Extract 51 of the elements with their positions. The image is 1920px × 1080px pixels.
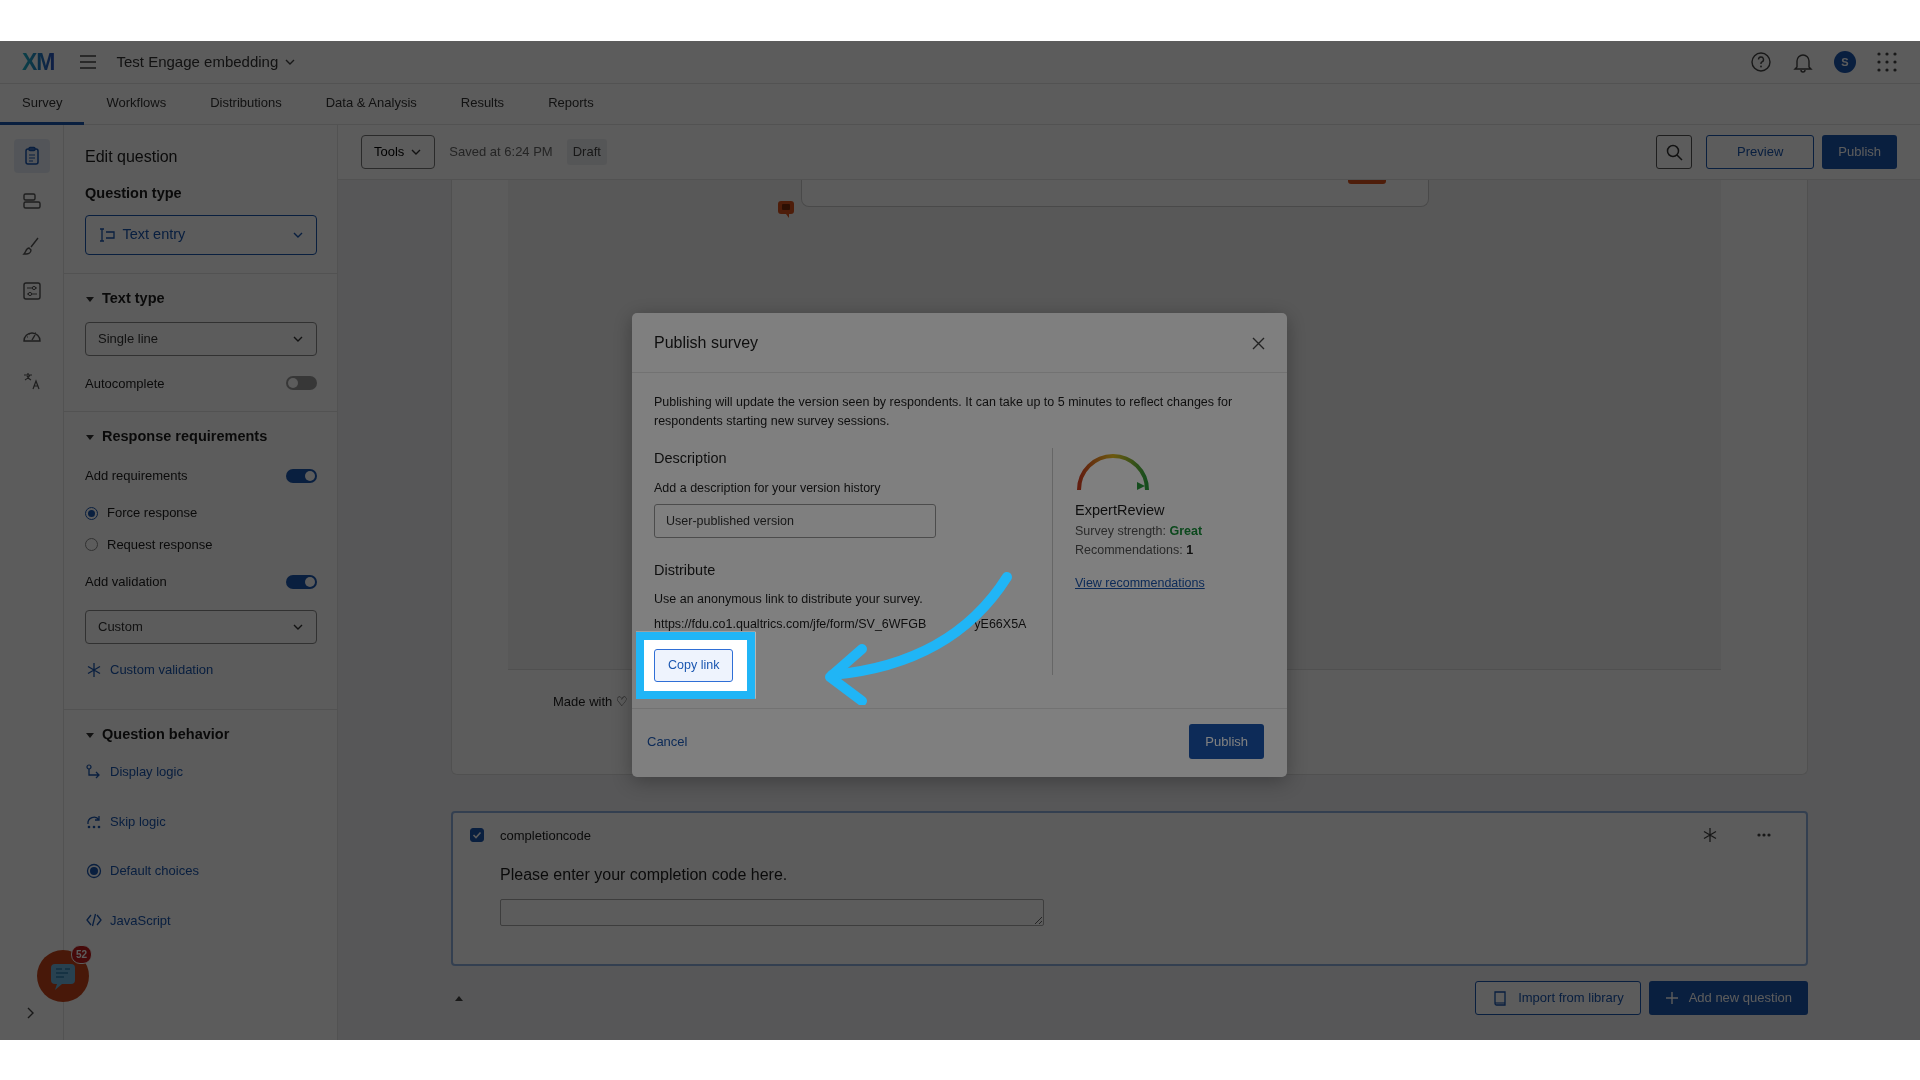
nav-tab[interactable]: Reports [526, 84, 616, 125]
publish-button[interactable]: Publish [1822, 135, 1897, 169]
panel-link[interactable]: JavaScript [110, 910, 171, 930]
survey-url: yE66X5A [974, 616, 1027, 633]
hint-text: Add a description for your version history [654, 479, 882, 497]
question-text: Please enter your completion code here. [500, 865, 789, 885]
nav-tab[interactable]: Results [438, 84, 527, 125]
view-recommendations-link[interactable]: View recommendations [1075, 573, 1205, 593]
question-type-select[interactable]: Text entry [85, 214, 317, 255]
import-button[interactable]: Import from library [1475, 981, 1641, 1015]
modal-title: Publish survey [654, 332, 759, 353]
nav-tab[interactable]: Data & Analysis [303, 84, 439, 125]
saved-status: Saved at 6:24 PM [449, 143, 553, 162]
review-title: ExpertReview [1075, 501, 1166, 520]
description-field[interactable]: User-published version [654, 503, 936, 538]
toggle-label: Autocomplete [85, 374, 165, 393]
radio-label: Force response [107, 504, 198, 523]
project-dropdown[interactable]: Test Engage embedding [116, 50, 297, 74]
field-label: Question type [85, 184, 183, 203]
section-heading[interactable]: Response requirements [102, 426, 268, 448]
hint-text: Use an anonymous link to distribute your survey. [654, 591, 924, 609]
section-heading: Distribute [654, 560, 717, 580]
select-field[interactable]: Single line [85, 321, 317, 356]
publish-button[interactable]: Publish [1189, 723, 1264, 759]
nav-tab[interactable]: Distributions [188, 84, 304, 125]
strength-text: Survey strength: Great [1075, 522, 1204, 540]
recommendations-text: Recommendations: 1 [1075, 541, 1195, 559]
panel-title: Edit question [85, 147, 179, 167]
made-with-text: Made with ♡ [553, 693, 628, 711]
avatar[interactable]: S [1834, 51, 1856, 73]
cancel-button[interactable]: Cancel [647, 725, 688, 757]
panel-link[interactable]: Display logic [110, 762, 183, 782]
section-heading[interactable]: Question behavior [102, 724, 230, 746]
panel-link[interactable]: Skip logic [110, 811, 166, 831]
survey-url: https://fdu.co1.qualtrics.com/jfe/form/SV_6WFGB [654, 616, 927, 633]
toggle-label: Add validation [85, 573, 167, 592]
copy-link-button[interactable]: Copy link [654, 648, 734, 682]
intro-text: Publishing will update the version seen by respondents. It can take up to 5 minutes to reflect changes for respondents starting new survey sessions. [654, 394, 1234, 430]
select-field[interactable]: Custom [85, 609, 317, 644]
toggle-label: Add requirements [85, 466, 188, 485]
add-question-button[interactable]: Add new question [1648, 981, 1808, 1015]
radio-label: Request response [107, 535, 213, 554]
nav-tab[interactable]: Workflows [84, 84, 189, 125]
status-badge: Draft [566, 139, 607, 165]
preview-button[interactable]: Preview [1706, 135, 1815, 169]
panel-link[interactable]: Custom validation [110, 659, 214, 680]
question-id: completioncode [500, 826, 592, 845]
section-heading: Description [654, 449, 728, 468]
tools-dropdown[interactable]: Tools [361, 135, 436, 169]
panel-link[interactable]: Default choices [110, 861, 199, 881]
section-heading[interactable]: Text type [102, 287, 165, 310]
